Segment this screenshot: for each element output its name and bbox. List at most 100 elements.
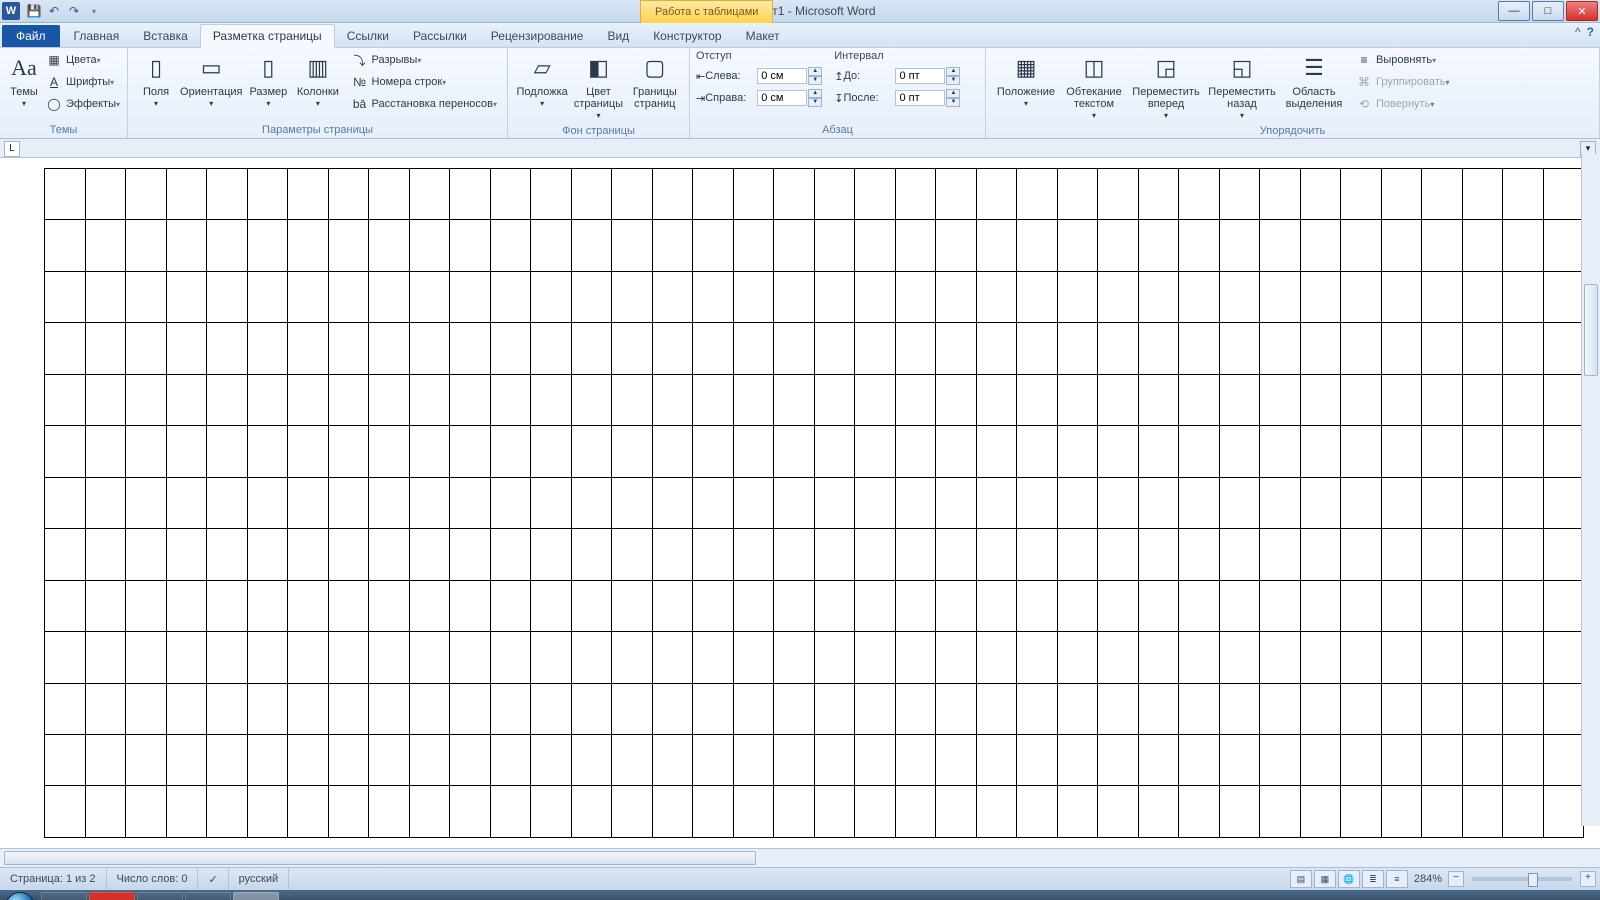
- status-language[interactable]: русский: [229, 868, 289, 890]
- theme-fonts-button[interactable]: AШрифты: [42, 72, 124, 92]
- spacing-before-down[interactable]: ▼: [946, 76, 960, 85]
- rotate-button[interactable]: ⟲Повернуть: [1352, 94, 1454, 114]
- align-button[interactable]: ≡Выровнять: [1352, 50, 1454, 70]
- ruler-bar: L ▾: [0, 139, 1600, 158]
- window-buttons: — □ ✕: [1498, 0, 1600, 22]
- help-icon[interactable]: ?: [1587, 25, 1594, 39]
- watermark-button[interactable]: ▱Подложка▾: [514, 50, 570, 112]
- indent-right-up[interactable]: ▲: [808, 89, 822, 98]
- selection-pane-button[interactable]: ☰Область выделения: [1280, 50, 1348, 112]
- view-draft-button[interactable]: ≡: [1386, 870, 1408, 888]
- status-proofing[interactable]: ✓: [198, 868, 228, 890]
- taskbar-explorer-icon[interactable]: 📁: [41, 892, 87, 900]
- window-title: Документ1 - Microsoft Word: [0, 4, 1600, 18]
- spacing-after-input[interactable]: [895, 90, 945, 106]
- view-outline-button[interactable]: ≣: [1362, 870, 1384, 888]
- tab-home[interactable]: Главная: [62, 25, 132, 47]
- themes-label: Темы: [10, 86, 38, 98]
- send-backward-button[interactable]: ◱Переместить назад▾: [1204, 50, 1280, 124]
- start-button[interactable]: [0, 890, 40, 900]
- wrap-text-button[interactable]: ◫Обтекание текстом▾: [1060, 50, 1128, 124]
- minimize-button[interactable]: —: [1498, 1, 1530, 21]
- group-objects-button[interactable]: ⌘Группировать: [1352, 72, 1454, 92]
- tab-references[interactable]: Ссылки: [335, 25, 401, 47]
- themes-button[interactable]: Aa Темы ▾: [6, 50, 42, 112]
- undo-icon[interactable]: ↶: [44, 2, 64, 20]
- indent-left-label: Слева:: [705, 70, 757, 82]
- vertical-scrollbar[interactable]: [1581, 154, 1600, 826]
- taskbar-chrome-icon[interactable]: ◉: [137, 892, 183, 900]
- system-tray: RU ▴ ▯ ⧉ 23:35: [1499, 890, 1594, 900]
- page-color-button[interactable]: ◧Цвет страницы▾: [570, 50, 626, 124]
- spacing-after-down[interactable]: ▼: [946, 98, 960, 107]
- document-area[interactable]: [0, 158, 1600, 848]
- spacing-before-up[interactable]: ▲: [946, 67, 960, 76]
- position-button[interactable]: ▦Положение▾: [992, 50, 1060, 112]
- line-numbers-button[interactable]: №Номера строк: [348, 72, 502, 92]
- page-borders-icon: ▢: [639, 52, 671, 84]
- hyphenation-label: Расстановка переносов: [372, 98, 493, 110]
- table-grid[interactable]: [44, 168, 1584, 838]
- hyphenation-button[interactable]: bāРасстановка переносов: [348, 94, 502, 114]
- tab-table-design[interactable]: Конструктор: [641, 25, 733, 47]
- redo-icon[interactable]: ↷: [64, 2, 84, 20]
- spacing-before-input[interactable]: [895, 68, 945, 84]
- tab-insert[interactable]: Вставка: [131, 25, 200, 47]
- close-button[interactable]: ✕: [1566, 1, 1598, 21]
- margins-button[interactable]: ▯Поля▾: [134, 50, 178, 112]
- start-orb-icon: [5, 892, 35, 900]
- indent-right-input[interactable]: [757, 90, 807, 106]
- tab-mailings[interactable]: Рассылки: [401, 25, 479, 47]
- horizontal-scrollbar[interactable]: [0, 848, 1600, 867]
- indent-right-down[interactable]: ▼: [808, 98, 822, 107]
- windows-taskbar: 📁 O ◉ ⬇ W RU ▴ ▯ ⧉ 23:35: [0, 890, 1600, 900]
- spacing-after-up[interactable]: ▲: [946, 89, 960, 98]
- file-tab[interactable]: Файл: [2, 25, 60, 47]
- breaks-button[interactable]: ⤵Разрывы: [348, 50, 502, 70]
- orientation-icon: ▭: [195, 52, 227, 84]
- size-button[interactable]: ▯Размер▾: [245, 50, 293, 112]
- columns-button[interactable]: ▥Колонки▾: [292, 50, 343, 112]
- tab-review[interactable]: Рецензирование: [479, 25, 596, 47]
- theme-effects-button[interactable]: ◯Эффекты: [42, 94, 124, 114]
- view-print-layout-button[interactable]: ▤: [1290, 870, 1312, 888]
- zoom-slider[interactable]: [1472, 877, 1572, 881]
- zoom-in-button[interactable]: +: [1580, 871, 1596, 887]
- group-icon: ⌘: [1356, 74, 1372, 90]
- view-fullscreen-button[interactable]: ▦: [1314, 870, 1336, 888]
- tab-view[interactable]: Вид: [595, 25, 641, 47]
- taskbar-download-icon[interactable]: ⬇: [185, 892, 231, 900]
- maximize-button[interactable]: □: [1532, 1, 1564, 21]
- status-word-count[interactable]: Число слов: 0: [107, 868, 199, 890]
- vertical-scroll-thumb[interactable]: [1584, 284, 1598, 376]
- page-color-icon: ◧: [582, 52, 614, 84]
- indent-left-down[interactable]: ▼: [808, 76, 822, 85]
- tab-page-layout[interactable]: Разметка страницы: [200, 24, 335, 48]
- zoom-slider-thumb[interactable]: [1528, 873, 1538, 887]
- view-web-button[interactable]: 🌐: [1338, 870, 1360, 888]
- indent-left-input[interactable]: [757, 68, 807, 84]
- ribbon-minimize-icon[interactable]: ^: [1575, 25, 1581, 39]
- save-icon[interactable]: 💾: [24, 2, 44, 20]
- wrap-text-label: Обтекание текстом: [1062, 86, 1126, 110]
- spacing-after-row: ↧ После: ▲▼: [834, 88, 960, 108]
- theme-colors-button[interactable]: ▦Цвета: [42, 50, 124, 70]
- zoom-out-button[interactable]: −: [1448, 871, 1464, 887]
- position-label: Положение: [997, 86, 1055, 98]
- status-page[interactable]: Страница: 1 из 2: [0, 868, 107, 890]
- qat-customize-icon[interactable]: [84, 2, 104, 20]
- taskbar-word-icon[interactable]: W: [233, 892, 279, 900]
- tab-table-layout[interactable]: Макет: [734, 25, 792, 47]
- tab-selector[interactable]: L: [4, 141, 20, 157]
- page-borders-button[interactable]: ▢Границы страниц: [627, 50, 683, 112]
- horizontal-scroll-thumb[interactable]: [4, 851, 756, 865]
- bring-forward-label: Переместить вперед: [1130, 86, 1202, 110]
- indent-left-icon: ⇤: [696, 70, 705, 83]
- zoom-level[interactable]: 284%: [1414, 873, 1442, 885]
- orientation-button[interactable]: ▭Ориентация▾: [178, 50, 244, 112]
- theme-effects-label: Эффекты: [66, 98, 116, 110]
- watermark-label: Подложка: [517, 86, 568, 98]
- indent-left-up[interactable]: ▲: [808, 67, 822, 76]
- taskbar-opera-icon[interactable]: O: [89, 892, 135, 900]
- bring-forward-button[interactable]: ◲Переместить вперед▾: [1128, 50, 1204, 124]
